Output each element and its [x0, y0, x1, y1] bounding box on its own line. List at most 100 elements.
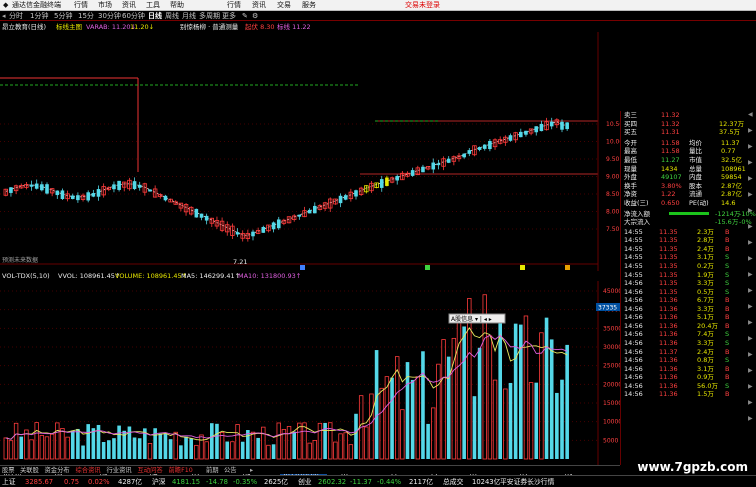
- side-arrow-icon[interactable]: ▶: [748, 255, 753, 262]
- tick-price: 11.36: [659, 330, 678, 339]
- tab-period-5min[interactable]: 5分钟: [54, 11, 72, 21]
- menu-item-news[interactable]: 资讯: [122, 0, 136, 11]
- candle-body: [117, 180, 121, 190]
- tick-price: 11.36: [659, 373, 678, 382]
- top-menu-quotes[interactable]: 行情: [227, 0, 241, 11]
- volume-bar: [317, 422, 323, 460]
- tab-period-tick[interactable]: 分时: [9, 11, 23, 21]
- draw-icon[interactable]: ✎: [242, 11, 248, 21]
- volume-bar: [168, 439, 173, 459]
- tab-period-more[interactable]: 更多: [222, 11, 236, 21]
- side-arrow-icon[interactable]: ▶: [748, 175, 753, 182]
- side-arrow-icon[interactable]: ▶: [748, 143, 753, 150]
- ma5-value: MA5: 146299.41↑: [181, 272, 241, 280]
- volume-bar: [60, 428, 65, 460]
- tick-time: 14:55: [624, 253, 643, 262]
- tab-info-6[interactable]: 前瞻F10: [169, 466, 193, 475]
- total-volume-value: 10243亿: [472, 478, 501, 486]
- top-menu-news[interactable]: 资讯: [252, 0, 266, 11]
- tab-period-1min[interactable]: 1分钟: [30, 11, 48, 21]
- menu-item-quotes[interactable]: 行情: [74, 0, 88, 11]
- volume-bar: [49, 433, 55, 460]
- tick-volume: 2.8万: [697, 236, 714, 245]
- tick-direction: B: [725, 296, 730, 305]
- tab-info-8[interactable]: 公告: [224, 466, 237, 475]
- tick-price: 11.35: [659, 253, 678, 262]
- volume-bar: [158, 433, 163, 459]
- volume-bar: [456, 318, 462, 460]
- side-arrow-icon[interactable]: ▶: [748, 239, 753, 246]
- side-arrow-icon[interactable]: ▶: [748, 159, 753, 166]
- capital-flow-label[interactable]: 净流入额: [624, 210, 650, 218]
- sh-index-pct: 0.02%: [88, 478, 110, 486]
- top-menu-trade[interactable]: 交易: [277, 0, 291, 11]
- price-axis-label: 8.50: [606, 191, 620, 198]
- side-arrow-icon[interactable]: ◀: [748, 111, 753, 118]
- menu-item-tools[interactable]: 工具: [146, 0, 160, 11]
- trade-login-button[interactable]: 交易未登录: [405, 0, 440, 11]
- tab-period-week[interactable]: 周线: [165, 11, 179, 21]
- quote-field-label: 市值: [689, 156, 702, 164]
- tab-period-30min[interactable]: 30分钟: [98, 11, 121, 21]
- back-icon[interactable]: ◂: [2, 11, 6, 21]
- side-arrow-icon[interactable]: ▶: [748, 399, 753, 406]
- tab-info-7[interactable]: 前期: [206, 466, 219, 475]
- sh-index-name[interactable]: 上证: [2, 476, 16, 487]
- side-arrow-icon[interactable]: ▶: [748, 335, 753, 342]
- sz-index-name[interactable]: 沪深: [152, 476, 166, 487]
- future-data-label[interactable]: 预测未来数据: [2, 256, 38, 264]
- side-arrow-icon[interactable]: ▶: [748, 191, 753, 198]
- candle-body: [338, 195, 343, 204]
- tab-period-15min[interactable]: 15分: [78, 11, 94, 21]
- sh-index-amount: 4287亿: [118, 478, 143, 486]
- settings-icon[interactable]: ⚙: [252, 11, 258, 21]
- side-arrow-icon[interactable]: ▶: [748, 271, 753, 278]
- tab-info-0[interactable]: 股票: [2, 466, 15, 475]
- side-arrow-icon[interactable]: ▶: [748, 415, 753, 422]
- volume-chart[interactable]: 4500040000350003000025000200001500010000…: [0, 281, 620, 465]
- cy-index-name[interactable]: 创业: [298, 476, 312, 487]
- volume-bar: [204, 441, 209, 460]
- side-arrow-icon[interactable]: ▶: [748, 351, 753, 358]
- volume-info: VOL-TDX(5,10) VVOL: 108961.45↑ VOLUME: 1…: [0, 271, 620, 281]
- side-arrow-icon[interactable]: ▶: [748, 367, 753, 374]
- tab-period-month[interactable]: 月线: [182, 11, 196, 21]
- tick-direction: S: [725, 262, 730, 270]
- side-arrow-icon[interactable]: ▶: [748, 319, 753, 326]
- tab-info-1[interactable]: 关联股: [20, 466, 39, 475]
- volume-bar: [312, 440, 317, 460]
- side-arrow-icon[interactable]: ▶: [748, 287, 753, 294]
- menu-item-market[interactable]: 市场: [98, 0, 112, 11]
- cy-index-value: 2602.32: [318, 478, 347, 486]
- vol-indicator-name[interactable]: VOL-TDX(5,10): [2, 271, 50, 281]
- side-arrow-icon[interactable]: ▶: [748, 223, 753, 230]
- side-arrow-icon[interactable]: ▶: [748, 127, 753, 134]
- menu-item-help[interactable]: 帮助: [170, 0, 184, 11]
- tab-info-3[interactable]: 综合资讯: [76, 466, 101, 475]
- tab-period-day[interactable]: 日线: [148, 11, 162, 21]
- capital-flow-label[interactable]: 大宗流入: [624, 218, 650, 226]
- tab-info-5[interactable]: 互动问答: [138, 466, 163, 475]
- quote-field-value: 0.77: [721, 147, 736, 156]
- tab-period-60min[interactable]: 60分钟: [122, 11, 145, 21]
- tab-period-multi[interactable]: 多周期: [199, 11, 220, 21]
- candlestick-chart[interactable]: 10.50 10.00 9.50 9.00 8.50 8.00 7.50 7.21 预测未来…: [0, 32, 620, 271]
- candle-body: [112, 184, 116, 190]
- tick-price: 11.36: [659, 356, 678, 365]
- side-arrow-icon[interactable]: ▶: [748, 303, 753, 310]
- volume-bar: [81, 445, 85, 459]
- indicator-preset[interactable]: 标线主图: [56, 22, 82, 32]
- volume-axis-label: 45000: [603, 288, 620, 295]
- side-arrow-icon[interactable]: ▶: [748, 383, 753, 390]
- cy-index-pct: -0.44%: [377, 478, 402, 486]
- tab-info-2[interactable]: 资金分布: [45, 466, 70, 475]
- news-ticker[interactable]: 平安证券长沙行情: [500, 476, 554, 487]
- candle-body: [395, 176, 399, 181]
- top-menu-service[interactable]: 服务: [302, 0, 316, 11]
- candle-body: [467, 150, 472, 154]
- tab-expand-icon[interactable]: ▸: [250, 466, 253, 475]
- tick-volume: 3.1万: [697, 364, 714, 373]
- tab-info-4[interactable]: 行业资讯: [107, 466, 132, 475]
- side-arrow-icon[interactable]: ▶: [748, 207, 753, 214]
- vvol-value: VVOL: 108961.45↑: [58, 272, 121, 280]
